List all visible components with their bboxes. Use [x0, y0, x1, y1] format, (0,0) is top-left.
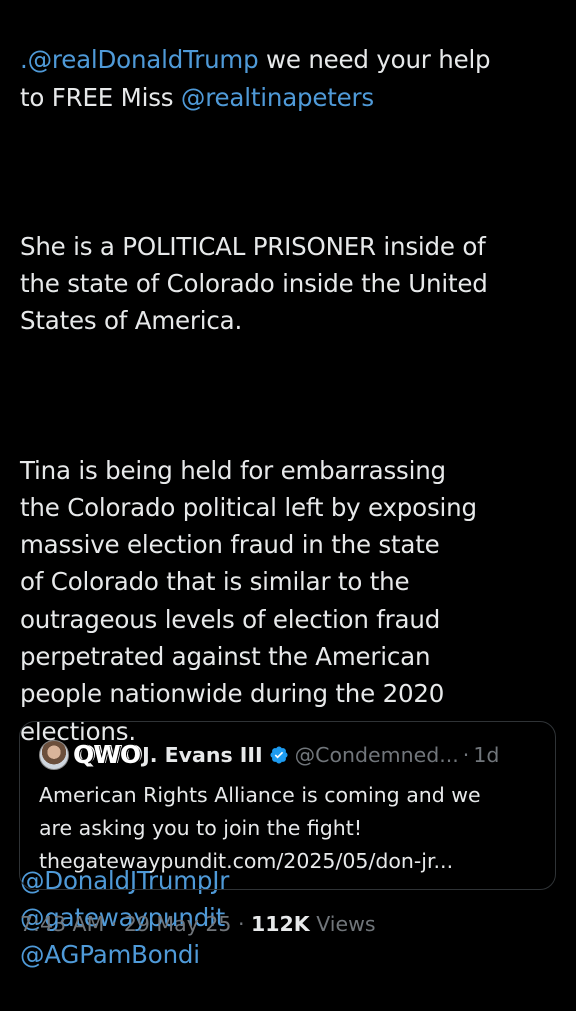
quoted-text-line: are asking you to join the fight!: [39, 816, 363, 840]
separator-dot: ·: [231, 912, 251, 936]
mention-link[interactable]: @realtinapeters: [181, 83, 374, 112]
verified-badge-icon: [270, 746, 288, 764]
quoted-author-handle[interactable]: @Condemned...: [295, 743, 459, 767]
views-label: Views: [309, 912, 376, 936]
mention-link-agpambondi[interactable]: @AGPamBondi: [20, 940, 200, 969]
tweet-paragraph-2: She is a POLITICAL PRISONER inside of th…: [20, 231, 488, 336]
tweet-date[interactable]: 29 May 25: [124, 912, 232, 936]
tweet-paragraph-3: Tina is being held for embarrassing the …: [20, 455, 477, 746]
quoted-author-name[interactable]: J. Evans III: [142, 743, 263, 767]
tweet-text-segment: to FREE Miss: [20, 82, 181, 112]
quoted-tweet-header: QWO J. Evans III @Condemned... · 1d: [39, 740, 499, 770]
tweet-paragraph-1: .@realDonaldTrump we need your help to F…: [20, 41, 560, 116]
views-count[interactable]: 112K: [251, 912, 310, 936]
avatar[interactable]: [39, 740, 69, 770]
quoted-tweet[interactable]: QWO J. Evans III @Condemned... · 1d Amer…: [19, 721, 556, 890]
tweet-time[interactable]: 7:43 AM: [20, 912, 104, 936]
tweet: .@realDonaldTrump we need your help to F…: [0, 0, 576, 969]
quoted-text-line: American Rights Alliance is coming and w…: [39, 783, 481, 807]
quoted-link[interactable]: thegatewaypundit.com/2025/05/don-jr...: [39, 845, 539, 878]
tweet-meta: 7:43 AM · 29 May 25 · 112K Views: [20, 912, 376, 936]
separator-dot: ·: [104, 912, 124, 936]
tweet-text-segment: we need your help: [258, 45, 491, 75]
qw-logo-overlay: QWO: [73, 740, 141, 770]
quoted-tweet-text: American Rights Alliance is coming and w…: [39, 779, 539, 878]
separator-dot: ·: [462, 743, 470, 767]
quoted-tweet-time[interactable]: 1d: [473, 743, 499, 767]
mention-link[interactable]: .@realDonaldTrump: [20, 45, 259, 74]
